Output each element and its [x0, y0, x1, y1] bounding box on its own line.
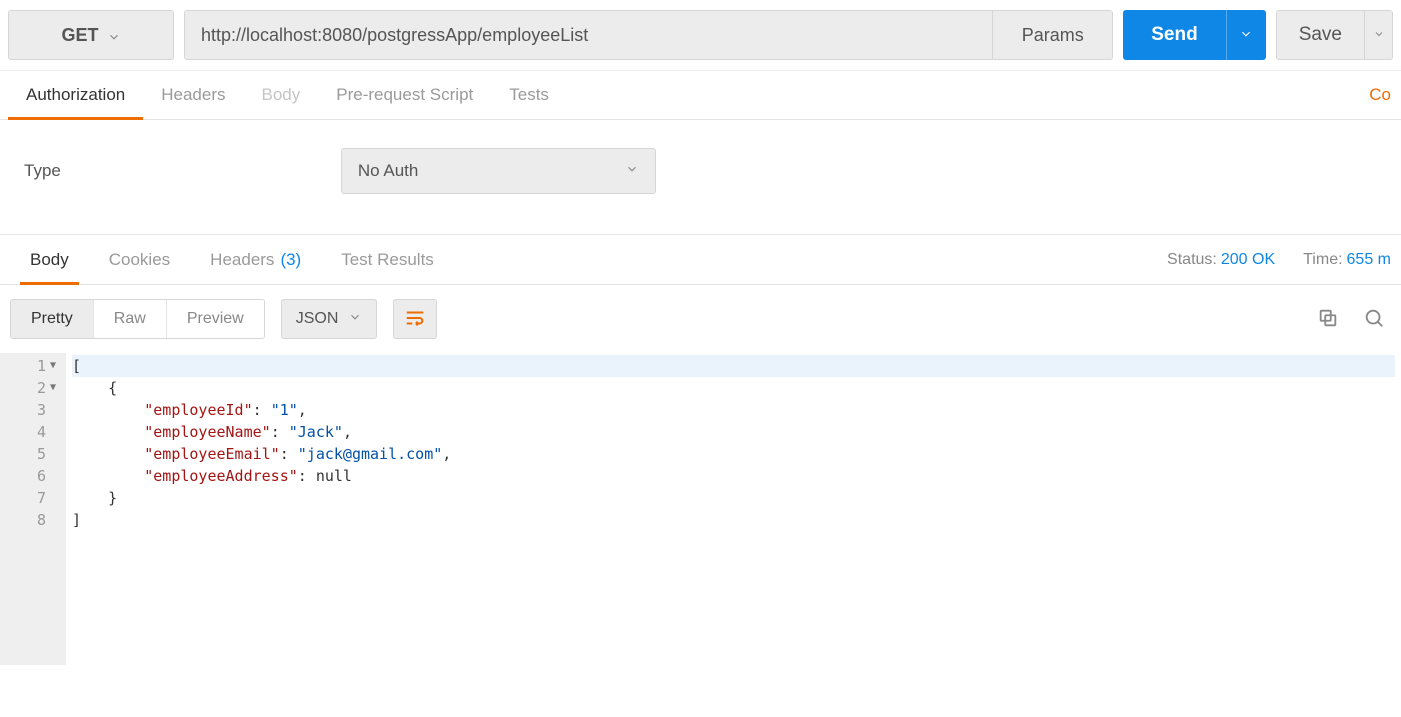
search-icon — [1363, 307, 1385, 332]
params-button[interactable]: Params — [992, 11, 1112, 59]
http-method-select[interactable]: GET — [8, 10, 174, 60]
wrap-icon — [404, 307, 426, 332]
authorization-panel: Type No Auth — [0, 120, 1401, 235]
view-pretty-button[interactable]: Pretty — [11, 300, 93, 338]
time-value: 655 m — [1347, 251, 1391, 268]
tab-label: Body — [262, 85, 301, 105]
status-value: 200 OK — [1221, 251, 1275, 268]
send-dropdown[interactable] — [1226, 10, 1266, 60]
resp-tab-cookies[interactable]: Cookies — [89, 235, 190, 284]
code-line: [ — [72, 355, 1395, 377]
request-tabs: Authorization Headers Body Pre-request S… — [0, 70, 1401, 120]
tab-label: Cookies — [109, 250, 170, 270]
chevron-down-icon — [625, 161, 639, 181]
line-number: 7 — [0, 487, 56, 509]
wrap-lines-button[interactable] — [393, 299, 437, 339]
code-line: "employeeEmail": "jack@gmail.com", — [72, 443, 1395, 465]
auth-type-value: No Auth — [358, 161, 419, 181]
copy-button[interactable] — [1313, 304, 1343, 334]
time-label: Time: — [1303, 251, 1342, 268]
chevron-down-icon — [1373, 28, 1385, 43]
tab-authorization[interactable]: Authorization — [8, 71, 143, 119]
code-line: "employeeAddress": null — [72, 465, 1395, 487]
send-button[interactable]: Send — [1123, 10, 1225, 60]
copy-icon — [1317, 307, 1339, 332]
tab-body[interactable]: Body — [244, 71, 319, 119]
view-preview-button[interactable]: Preview — [166, 300, 264, 338]
cookies-link[interactable]: Co — [1369, 71, 1391, 119]
save-dropdown[interactable] — [1364, 11, 1392, 59]
auth-type-label: Type — [24, 161, 61, 181]
tab-label: Test Results — [341, 250, 434, 270]
url-group: Params — [184, 10, 1113, 60]
line-gutter: 1▼2▼3 4 5 6 7 8 — [0, 353, 66, 665]
tab-headers[interactable]: Headers — [143, 71, 243, 119]
chevron-down-icon — [1239, 27, 1253, 44]
time: Time: 655 m — [1303, 251, 1391, 269]
request-bar: GET Params Send Save — [0, 0, 1401, 70]
resp-tab-headers[interactable]: Headers (3) — [190, 235, 321, 284]
line-number: 8 — [0, 509, 56, 531]
tab-tests[interactable]: Tests — [491, 71, 567, 119]
tab-label: Headers — [161, 85, 225, 105]
code-line: { — [72, 377, 1395, 399]
resp-tab-body[interactable]: Body — [10, 235, 89, 284]
code-line: "employeeName": "Jack", — [72, 421, 1395, 443]
http-method-value: GET — [61, 25, 98, 46]
response-body: 1▼2▼3 4 5 6 7 8 [ { "employeeId": "1", "… — [0, 353, 1401, 665]
format-value: JSON — [296, 310, 339, 328]
line-number: 2▼ — [0, 377, 56, 399]
resp-tab-testresults[interactable]: Test Results — [321, 235, 454, 284]
response-meta: Status:200 OK Time: 655 m — [1167, 251, 1391, 269]
response-tabs: Body Cookies Headers (3) Test Results Sta… — [0, 235, 1401, 285]
format-select[interactable]: JSON — [281, 299, 378, 339]
tab-label: Authorization — [26, 85, 125, 105]
line-number: 3 — [0, 399, 56, 421]
code-line: "employeeId": "1", — [72, 399, 1395, 421]
response-toolbar: Pretty Raw Preview JSON — [0, 285, 1401, 353]
headers-count: (3) — [280, 250, 301, 270]
auth-type-select[interactable]: No Auth — [341, 148, 656, 194]
chevron-down-icon — [348, 310, 362, 329]
code-line: } — [72, 487, 1395, 509]
url-input[interactable] — [185, 11, 992, 59]
search-button[interactable] — [1359, 304, 1389, 334]
code-line: ] — [72, 509, 1395, 531]
save-button[interactable]: Save — [1277, 11, 1364, 59]
line-number: 4 — [0, 421, 56, 443]
status-label: Status: — [1167, 251, 1217, 268]
line-number: 5 — [0, 443, 56, 465]
view-toggle: Pretty Raw Preview — [10, 299, 265, 339]
status: Status:200 OK — [1167, 251, 1275, 269]
send-group: Send — [1123, 10, 1265, 60]
chevron-down-icon — [107, 28, 121, 42]
line-number: 6 — [0, 465, 56, 487]
tab-label: Body — [30, 250, 69, 270]
tab-label: Pre-request Script — [336, 85, 473, 105]
code-content[interactable]: [ { "employeeId": "1", "employeeName": "… — [66, 353, 1401, 665]
tab-label: Headers — [210, 250, 274, 270]
line-number: 1▼ — [0, 355, 56, 377]
tab-prerequest[interactable]: Pre-request Script — [318, 71, 491, 119]
save-group: Save — [1276, 10, 1393, 60]
toolbar-right — [1313, 304, 1389, 334]
view-raw-button[interactable]: Raw — [93, 300, 166, 338]
tab-label: Tests — [509, 85, 549, 105]
